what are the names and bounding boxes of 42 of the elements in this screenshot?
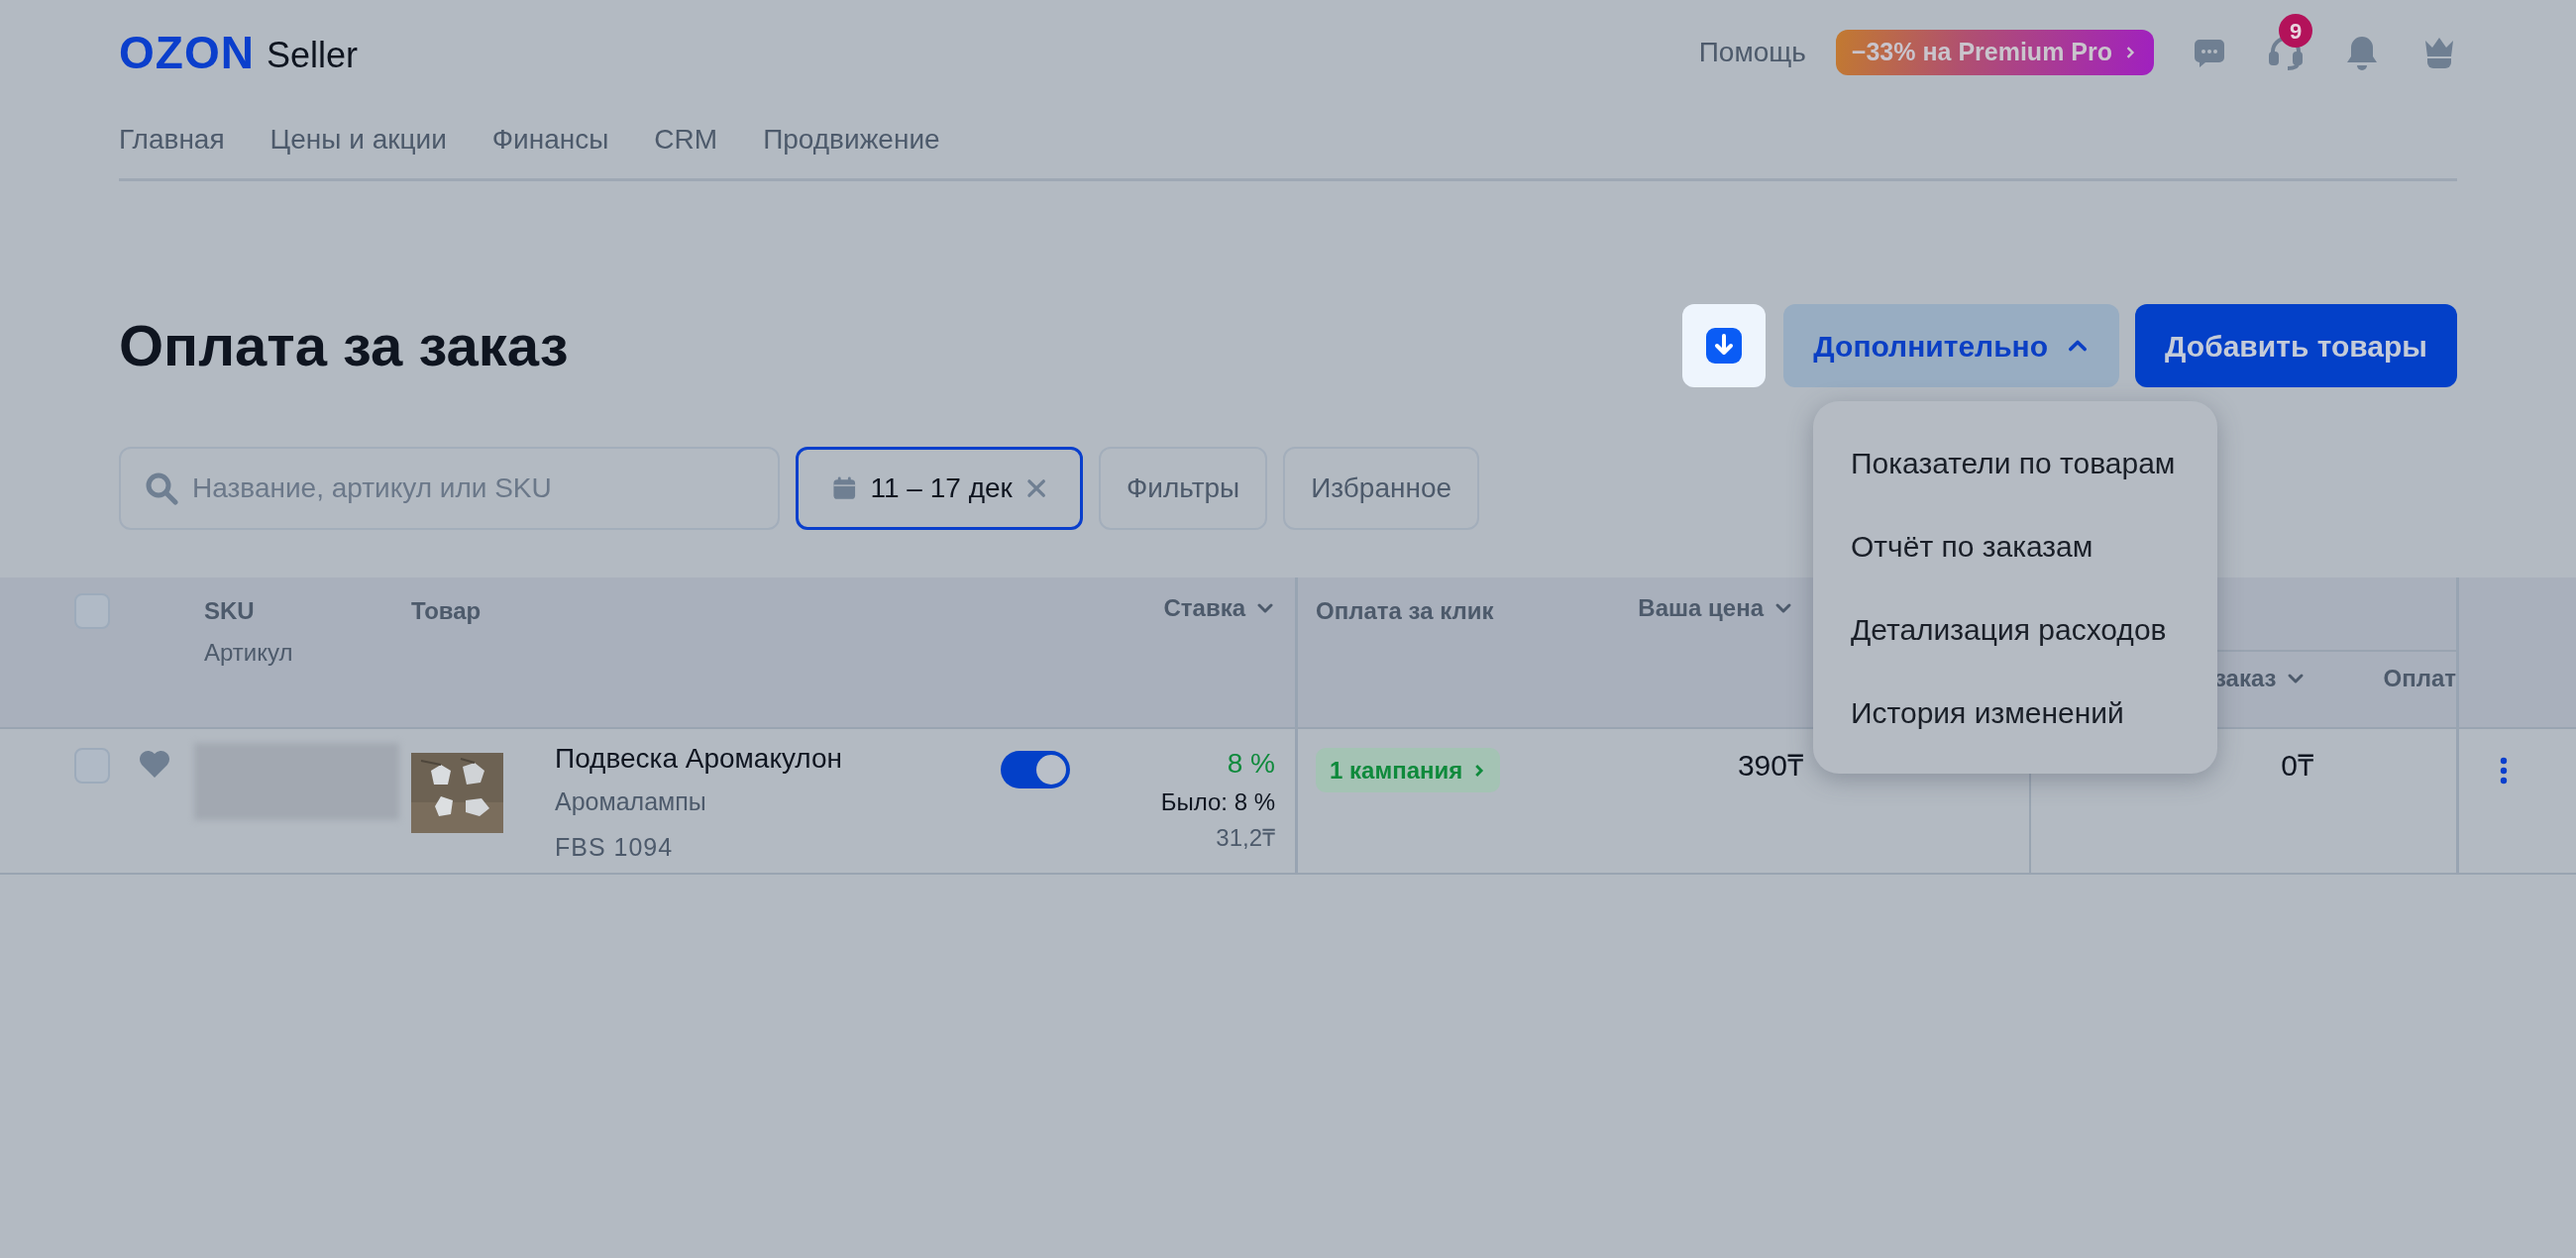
search-icon [145, 472, 178, 505]
campaigns-badge[interactable]: 1 кампания [1316, 748, 1501, 792]
column-subheader: Артикул [204, 638, 294, 668]
column-header: SKU [204, 596, 256, 626]
column-header[interactable]: Ставка [1163, 593, 1275, 623]
nav-link[interactable]: CRM [654, 119, 718, 160]
price-value: 390₸ [1737, 749, 1803, 782]
column-header: Оплат [2383, 664, 2456, 693]
nav-link[interactable]: Продвижение [763, 119, 940, 160]
nav-link[interactable]: Главная [119, 119, 225, 160]
filter-button[interactable]: Фильтры [1099, 447, 1268, 530]
help-link[interactable]: Помощь [1698, 32, 1806, 73]
product-category: Аромалампы [555, 786, 707, 817]
download-button[interactable] [1682, 304, 1767, 387]
page-title: Оплата за заказ [119, 317, 569, 374]
column-header: Оплата за клик [1316, 597, 1494, 624]
menu-item[interactable]: Показатели по товарам [1813, 421, 2217, 504]
nav-link[interactable]: Финансы [491, 119, 609, 160]
product-name[interactable]: Подвеска Аромакулон [555, 742, 843, 776]
search-field[interactable]: Название, артикул или SKU [119, 447, 780, 530]
product-scheme: FBS 1094 [555, 831, 675, 863]
promo-button[interactable]: −33% на Premium Pro [1835, 30, 2154, 75]
nav-link[interactable]: Цены и акции [269, 119, 447, 160]
table-cell: 0₸ [2281, 749, 2313, 782]
notification-badge: 9 [2279, 14, 2312, 48]
logo[interactable]: OZON [119, 30, 255, 75]
toggle-switch[interactable] [1001, 751, 1070, 788]
rate-amount: 31,2₸ [1216, 823, 1275, 853]
logo-suffix: Seller [266, 38, 358, 73]
column-header[interactable]: Ваша цена [1638, 593, 1793, 623]
more-options-icon[interactable] [2499, 757, 2509, 785]
rate-before: Было: 8 % [1160, 787, 1275, 817]
filter-button[interactable]: Избранное [1283, 447, 1480, 530]
column-header: Товар [411, 597, 482, 624]
bell-icon[interactable] [2344, 34, 2380, 71]
download-icon [1706, 328, 1743, 364]
rate-value: 8 % [1227, 747, 1275, 781]
add-products-button[interactable]: Добавить товары [2135, 304, 2457, 387]
heart-icon[interactable] [139, 749, 170, 779]
menu-item[interactable]: Отчёт по заказам [1813, 504, 2217, 587]
date-filter[interactable]: 11 – 17 дек [796, 447, 1083, 530]
more-button[interactable]: Дополнительно [1783, 304, 2120, 387]
